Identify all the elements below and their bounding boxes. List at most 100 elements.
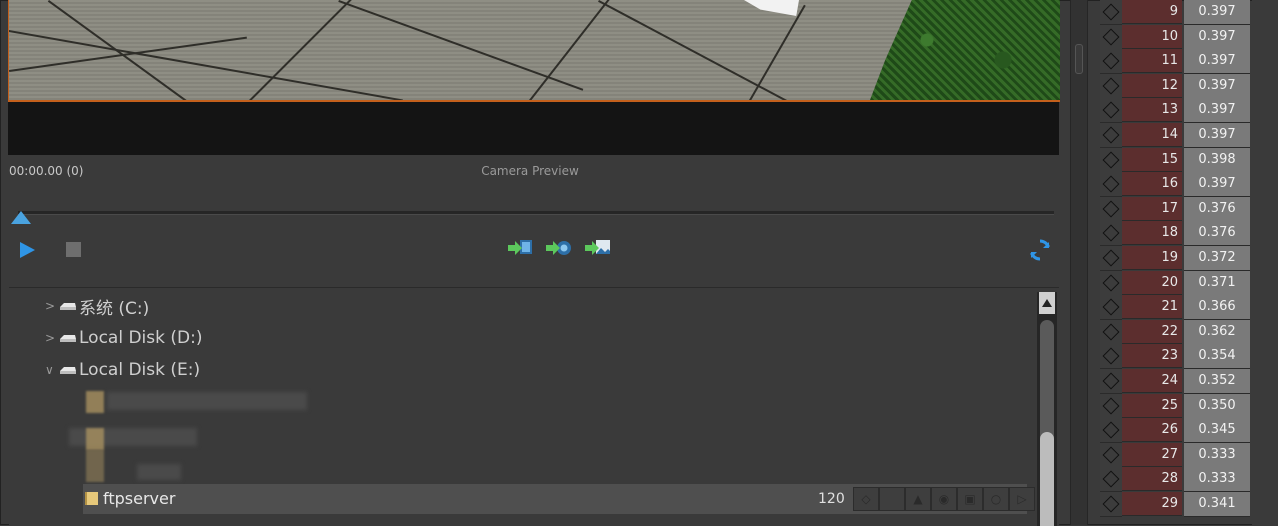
keyframe-value[interactable]: 0.397	[1184, 0, 1250, 25]
keyframe-value[interactable]: 0.371	[1184, 270, 1250, 296]
keyframe-value[interactable]: 0.376	[1184, 196, 1250, 222]
tree-item-drive-d[interactable]: > Local Disk (D:)	[45, 325, 202, 351]
scroll-up-icon[interactable]	[1039, 292, 1055, 314]
keyframe-toggle[interactable]	[1100, 393, 1122, 419]
file-tree[interactable]: > 系统 (C:) > Local Disk (D:) ∨ Local Disk…	[9, 287, 1059, 526]
timeline-playhead[interactable]	[11, 211, 31, 224]
play-icon[interactable]	[20, 242, 35, 258]
keyframe-value[interactable]: 0.397	[1184, 98, 1250, 124]
keyframe-row[interactable]: 17 0.376	[1100, 196, 1250, 222]
keyframe-toggle[interactable]	[1100, 98, 1122, 124]
chevron-right-icon[interactable]: >	[45, 299, 59, 313]
keyframe-row[interactable]: 16 0.397	[1100, 172, 1250, 198]
keyframe-toggle[interactable]	[1100, 172, 1122, 198]
keyframe-toggle[interactable]	[1100, 123, 1122, 148]
keyframe-row[interactable]: 19 0.372	[1100, 246, 1250, 271]
import-camera-icon[interactable]	[544, 236, 572, 260]
keyframe-value[interactable]: 0.345	[1184, 418, 1250, 444]
keyframe-value[interactable]: 0.350	[1184, 393, 1250, 419]
keyframe-toggle[interactable]	[1100, 221, 1122, 247]
keyframe-row[interactable]: 25 0.350	[1100, 393, 1250, 419]
keyframe-value[interactable]: 0.366	[1184, 295, 1250, 321]
keyframe-value[interactable]: 0.397	[1184, 49, 1250, 75]
keyframe-row[interactable]: 29 0.341	[1100, 492, 1250, 517]
keyframe-row[interactable]: 23 0.354	[1100, 344, 1250, 370]
target-icon[interactable]: ◉	[931, 487, 957, 511]
refresh-icon[interactable]	[1028, 238, 1052, 262]
circle-icon[interactable]: ○	[983, 487, 1009, 511]
keyframe-toggle[interactable]	[1100, 246, 1122, 271]
keyframe-toggle[interactable]	[1100, 147, 1122, 173]
stop-icon[interactable]	[66, 242, 81, 257]
tree-item-drive-c[interactable]: > 系统 (C:)	[45, 293, 149, 319]
folder-icon	[86, 391, 104, 413]
keyframe-row[interactable]: 20 0.371	[1100, 270, 1250, 296]
keyframe-row[interactable]: 22 0.362	[1100, 319, 1250, 345]
keyframe-toggle[interactable]	[1100, 467, 1122, 493]
tree-item-label: Local Disk (E:)	[79, 360, 201, 380]
timeline-track[interactable]	[18, 211, 1054, 215]
keyframe-toggle[interactable]	[1100, 344, 1122, 370]
keyframe-row[interactable]: 12 0.397	[1100, 73, 1250, 99]
keyframe-toggle[interactable]	[1100, 196, 1122, 222]
keyframe-toggle[interactable]	[1100, 24, 1122, 50]
keyframe-toggle[interactable]	[1100, 295, 1122, 321]
keyframe-toggle[interactable]	[1100, 442, 1122, 468]
diamond-icon	[1102, 347, 1120, 365]
keyframe-value[interactable]: 0.333	[1184, 442, 1250, 468]
keyframe-value[interactable]: 0.341	[1184, 492, 1250, 517]
keyframe-value[interactable]: 0.397	[1184, 73, 1250, 99]
keyframe-toggle[interactable]	[1100, 270, 1122, 296]
play-small-icon[interactable]: ▷	[1009, 487, 1035, 511]
folder-icon	[86, 428, 104, 450]
keyframe-toggle[interactable]	[1100, 319, 1122, 345]
chevron-right-icon[interactable]: >	[45, 331, 59, 345]
keyframe-row[interactable]: 15 0.398	[1100, 147, 1250, 173]
keyframe-row[interactable]: 10 0.397	[1100, 24, 1250, 50]
mountain-icon[interactable]: ▲	[905, 487, 931, 511]
keyframe-row[interactable]: 28 0.333	[1100, 467, 1250, 493]
camera-preview[interactable]	[8, 0, 1060, 155]
diamond-icon	[1102, 446, 1120, 464]
image-icon[interactable]: ▣	[957, 487, 983, 511]
blank-icon[interactable]	[879, 487, 905, 511]
keyframe-row[interactable]: 27 0.333	[1100, 442, 1250, 468]
keyframe-row[interactable]: 18 0.376	[1100, 221, 1250, 247]
keyframe-toggle[interactable]	[1100, 49, 1122, 75]
keyframe-row[interactable]: 26 0.345	[1100, 418, 1250, 444]
chevron-down-icon[interactable]: ∨	[45, 363, 59, 377]
tree-item-ftpserver[interactable]: ftpserver 120 ◇ ▲ ◉ ▣ ○ ▷	[83, 484, 1035, 514]
diamond-icon	[1102, 28, 1120, 46]
keyframe-value[interactable]: 0.397	[1184, 172, 1250, 198]
import-image-icon[interactable]	[583, 236, 611, 260]
keyframe-value[interactable]: 0.354	[1184, 344, 1250, 370]
diamond-icon[interactable]: ◇	[853, 487, 879, 511]
tree-scrollbar[interactable]	[1037, 292, 1057, 526]
keyframe-row[interactable]: 24 0.352	[1100, 369, 1250, 394]
keyframe-toggle[interactable]	[1100, 492, 1122, 517]
redacted-folder[interactable]	[107, 392, 307, 410]
import-frame-icon[interactable]	[506, 236, 534, 260]
keyframe-value[interactable]: 0.397	[1184, 24, 1250, 50]
keyframe-value[interactable]: 0.352	[1184, 369, 1250, 394]
keyframe-value[interactable]: 0.362	[1184, 319, 1250, 345]
keyframe-value[interactable]: 0.398	[1184, 147, 1250, 173]
keyframe-row[interactable]: 13 0.397	[1100, 98, 1250, 124]
keyframe-value[interactable]: 0.333	[1184, 467, 1250, 493]
keyframe-toggle[interactable]	[1100, 418, 1122, 444]
scroll-thumb[interactable]	[1040, 432, 1054, 526]
keyframe-toggle[interactable]	[1100, 369, 1122, 394]
splitter-grip-icon[interactable]	[1075, 44, 1083, 74]
keyframe-toggle[interactable]	[1100, 0, 1122, 25]
keyframe-row[interactable]: 9 0.397	[1100, 0, 1250, 25]
panel-splitter[interactable]	[1070, 0, 1088, 525]
keyframe-value[interactable]: 0.376	[1184, 221, 1250, 247]
keyframe-value[interactable]: 0.372	[1184, 246, 1250, 271]
redacted-folder[interactable]	[137, 464, 181, 480]
keyframe-value[interactable]: 0.397	[1184, 123, 1250, 148]
keyframe-row[interactable]: 21 0.366	[1100, 295, 1250, 321]
keyframe-row[interactable]: 11 0.397	[1100, 49, 1250, 75]
keyframe-row[interactable]: 14 0.397	[1100, 123, 1250, 148]
tree-item-drive-e[interactable]: ∨ Local Disk (E:)	[45, 357, 200, 383]
keyframe-toggle[interactable]	[1100, 73, 1122, 99]
